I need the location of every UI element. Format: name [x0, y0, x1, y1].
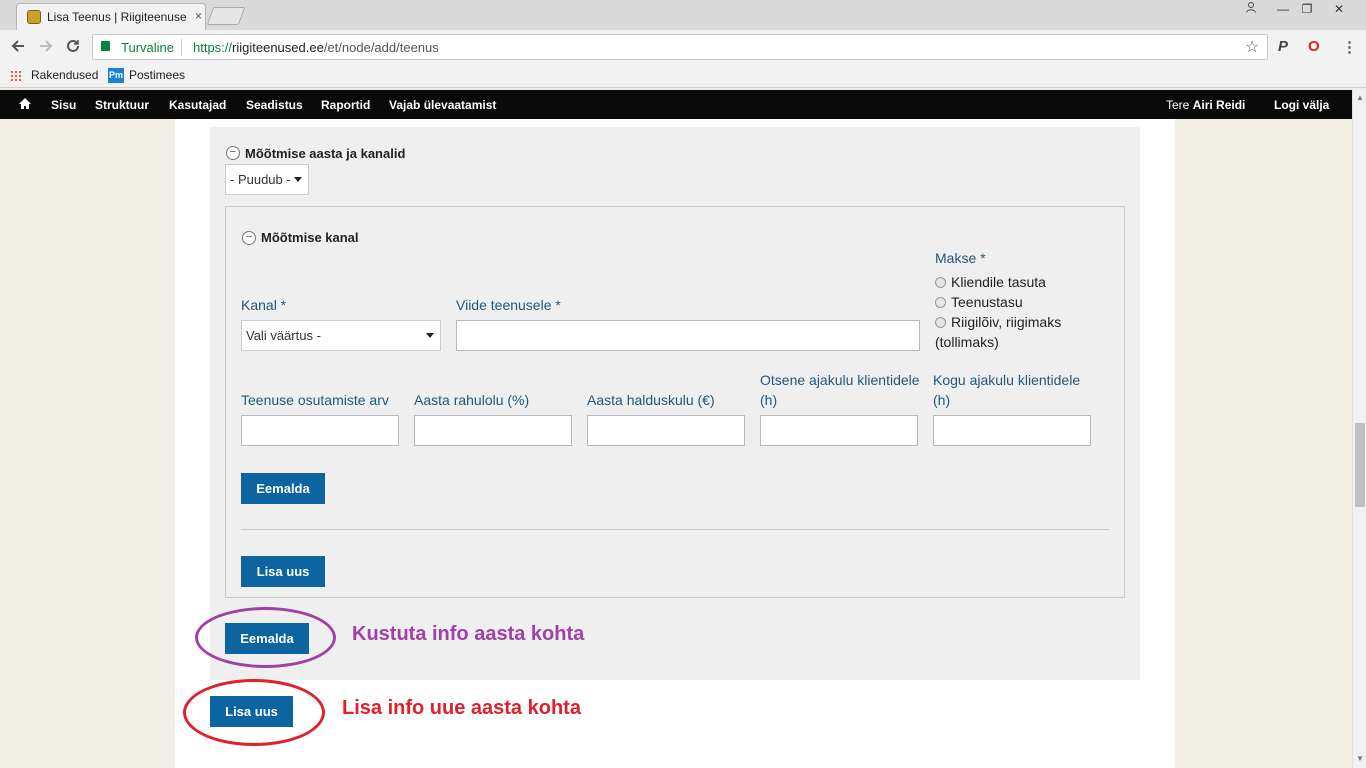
chrome-menu-icon[interactable]: ⋮: [1342, 38, 1357, 56]
kanal-label: Kanal *: [241, 297, 287, 313]
otsene-ajakulu-input[interactable]: [760, 415, 918, 446]
annotation-add-circle: [183, 679, 325, 746]
radio-icon[interactable]: [935, 277, 946, 288]
scroll-up-icon[interactable]: ▲: [1356, 93, 1364, 102]
collapse-channel-icon[interactable]: −: [242, 231, 256, 245]
site-favicon-icon: [27, 10, 41, 24]
rahulolu-label: Aasta rahulolu (%): [414, 392, 530, 408]
logout-link[interactable]: Logi välja: [1274, 98, 1329, 112]
channel-fieldset: − Mõõtmise kanal Makse * Kliendile tasut…: [225, 206, 1125, 598]
makse-label: Makse *: [935, 250, 986, 266]
year-legend[interactable]: Mõõtmise aasta ja kanalid: [245, 146, 405, 161]
bookmark-star-icon[interactable]: ☆: [1245, 37, 1259, 57]
tab-title: Lisa Teenus | Riigiteenuse: [47, 10, 187, 24]
page-content: − Mõõtmise aasta ja kanalid - Puudub - −…: [175, 119, 1175, 768]
channel-legend[interactable]: Mõõtmise kanal: [261, 230, 359, 245]
bookmark-rakendused[interactable]: Rakendused: [31, 68, 98, 82]
kogu-ajakulu-label: Kogu ajakulu klientidele (h): [933, 372, 1081, 408]
bookmark-postimees[interactable]: Postimees: [129, 68, 185, 82]
page-scrollbar[interactable]: ▲ ▼: [1352, 90, 1366, 768]
admin-toolbar: Sisu Struktuur Kasutajad Seadistus Rapor…: [0, 90, 1352, 119]
halduskulu-label: Aasta halduskulu (€): [587, 392, 715, 408]
admin-menu-sisu[interactable]: Sisu: [51, 98, 76, 112]
extension-p-icon[interactable]: P: [1278, 38, 1288, 55]
viide-label: Viide teenusele *: [456, 297, 561, 313]
chevron-down-icon: [294, 177, 302, 182]
annotation-remove-note: Kustuta info aasta kohta: [352, 623, 585, 645]
url-text: https://riigiteenused.ee/et/node/add/tee…: [193, 40, 439, 55]
back-arrow-icon[interactable]: [10, 38, 26, 59]
viide-input[interactable]: [456, 320, 920, 351]
home-icon[interactable]: [18, 97, 32, 110]
bookmarks-bar: Rakendused Pm Postimees: [0, 64, 1366, 88]
address-bar[interactable]: Turvaline https://riigiteenused.ee/et/no…: [92, 34, 1268, 60]
collapse-year-icon[interactable]: −: [226, 146, 240, 160]
makse-option-tasuta[interactable]: Kliendile tasuta: [935, 274, 1046, 290]
admin-menu-raportid[interactable]: Raportid: [321, 98, 370, 112]
otsene-ajakulu-label: Otsene ajakulu klientidele (h): [760, 372, 920, 408]
apps-grid-icon: [10, 70, 23, 83]
rahulolu-input[interactable]: [414, 415, 572, 446]
scroll-down-icon[interactable]: ▼: [1356, 754, 1364, 763]
restore-button[interactable]: ❐: [1294, 0, 1320, 18]
osutamiste-label: Teenuse osutamiste arv: [241, 392, 389, 408]
minimize-button[interactable]: —: [1270, 0, 1296, 18]
reload-icon[interactable]: [65, 38, 81, 59]
makse-option-riigiloiv-cont: (tollimaks): [935, 334, 999, 350]
admin-menu-vajab-ulevaatamist[interactable]: Vajab ülevaatamist: [389, 98, 496, 112]
annotation-remove-circle: [195, 607, 336, 668]
forward-arrow-icon[interactable]: [38, 38, 54, 59]
admin-greeting: Tere Airi Reidi: [1166, 98, 1246, 112]
chevron-down-icon: [426, 333, 434, 338]
admin-menu-struktuur[interactable]: Struktuur: [95, 98, 149, 112]
osutamiste-input[interactable]: [241, 415, 399, 446]
radio-icon[interactable]: [935, 317, 946, 328]
profile-icon[interactable]: [1238, 0, 1264, 18]
lock-icon: [101, 41, 110, 51]
makse-option-riigiloiv[interactable]: Riigilõiv, riigimaks: [935, 314, 1061, 330]
scrollbar-thumb[interactable]: [1355, 423, 1365, 507]
admin-menu-kasutajad[interactable]: Kasutajad: [169, 98, 226, 112]
radio-icon[interactable]: [935, 297, 946, 308]
annotation-add-note: Lisa info uue aasta kohta: [342, 697, 581, 719]
divider: [241, 529, 1109, 530]
makse-option-teenustasu[interactable]: Teenustasu: [935, 294, 1023, 310]
postimees-icon: Pm: [108, 68, 124, 83]
browser-tab[interactable]: Lisa Teenus | Riigiteenuse ×: [16, 3, 206, 30]
close-window-button[interactable]: ✕: [1326, 0, 1352, 18]
browser-toolbar: Turvaline https://riigiteenused.ee/et/no…: [0, 30, 1366, 64]
new-tab-button[interactable]: [206, 7, 246, 25]
tab-close-icon[interactable]: ×: [195, 9, 202, 23]
secure-label: Turvaline: [121, 40, 174, 55]
halduskulu-input[interactable]: [587, 415, 745, 446]
channel-add-button[interactable]: Lisa uus: [241, 556, 325, 587]
omnibox-divider: [181, 39, 182, 56]
opera-extension-icon[interactable]: O: [1308, 38, 1320, 55]
kanal-select[interactable]: Vali väärtus -: [241, 320, 441, 351]
channel-remove-button[interactable]: Eemalda: [241, 473, 325, 504]
year-select[interactable]: - Puudub -: [225, 164, 309, 195]
browser-tab-bar: Lisa Teenus | Riigiteenuse × — ❐ ✕: [0, 0, 1366, 30]
admin-menu-seadistus[interactable]: Seadistus: [246, 98, 303, 112]
kogu-ajakulu-input[interactable]: [933, 415, 1091, 446]
